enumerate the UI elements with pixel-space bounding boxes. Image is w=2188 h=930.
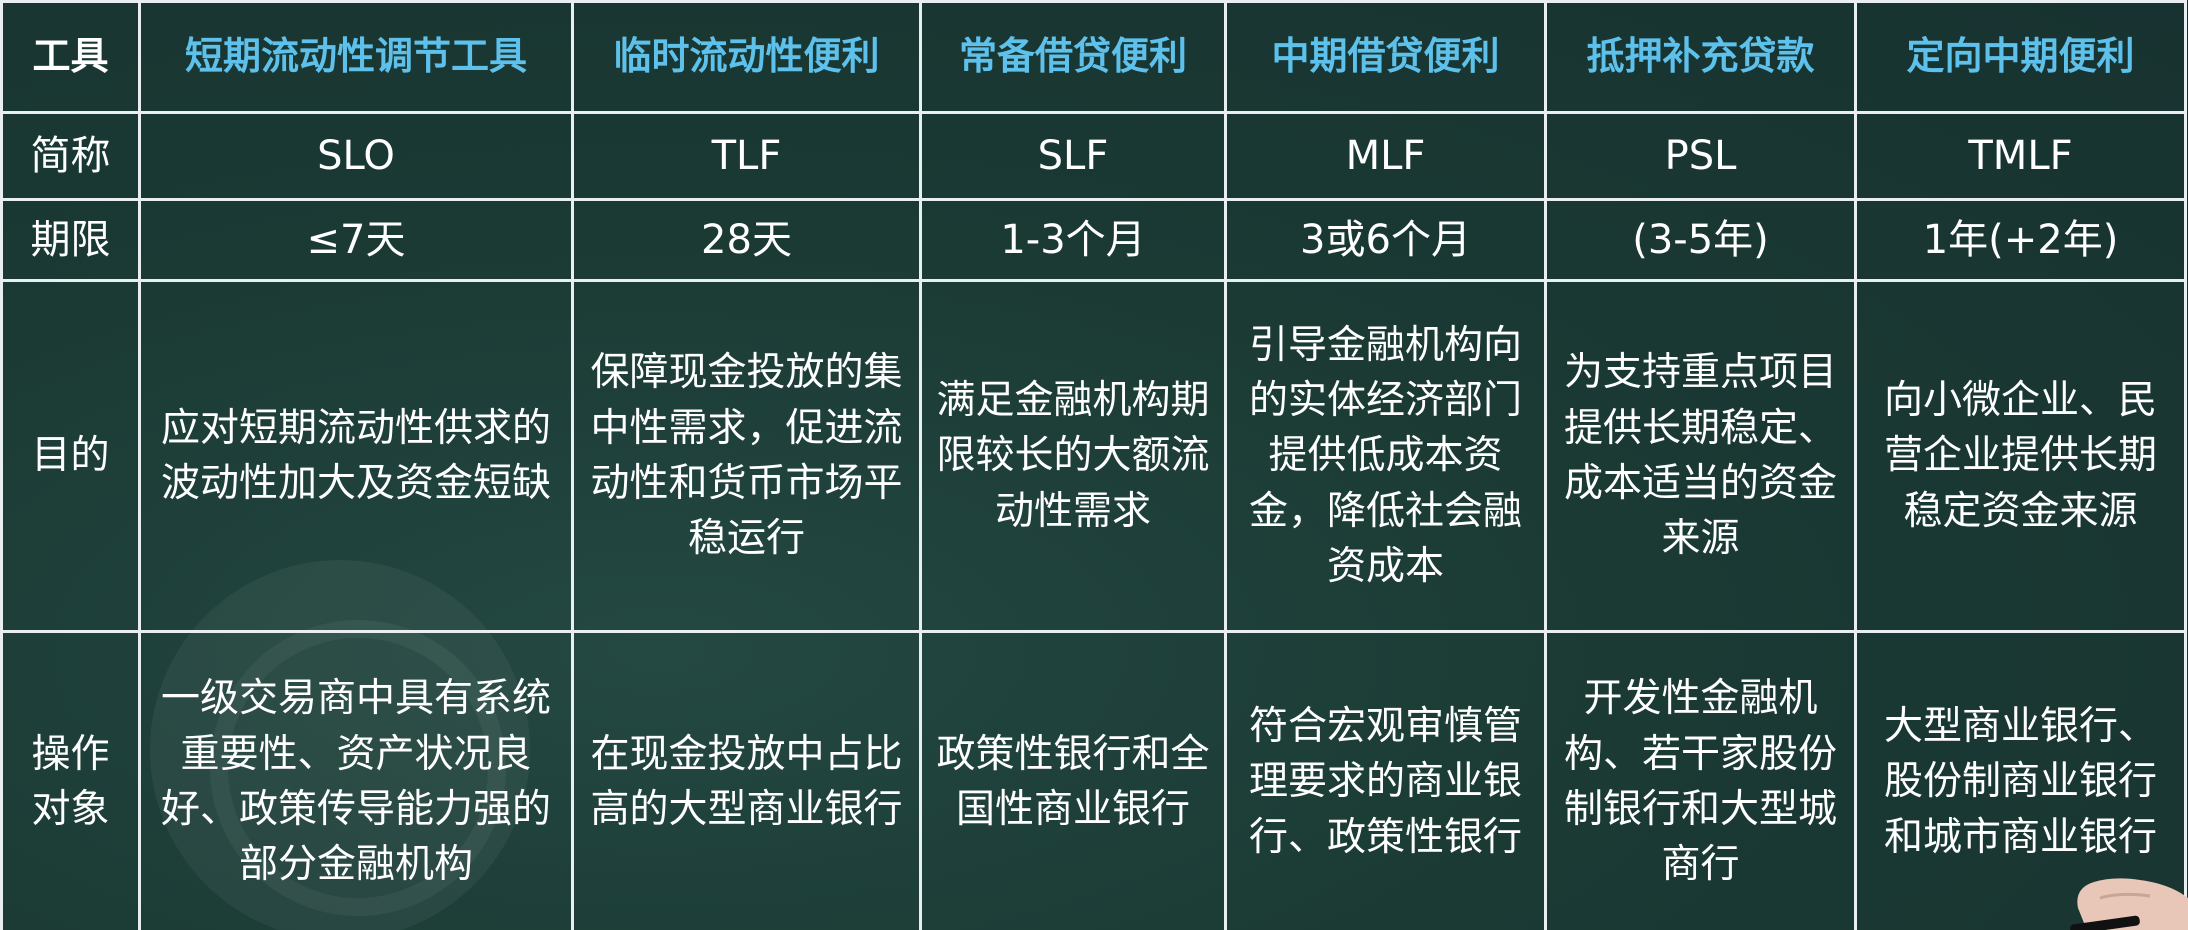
row-label-target: 操作对象 (0, 630, 141, 930)
term-cell: 1年(+2年) (1854, 198, 2187, 282)
target-row: 操作对象 一级交易商中具有系统重要性、资产状况良好、政策传导能力强的部分金融机构… (0, 630, 2187, 930)
purpose-row: 目的 应对短期流动性供求的波动性加大及资金短缺 保障现金投放的集中性需求，促进流… (0, 279, 2187, 633)
abbr-cell: SLF (919, 111, 1227, 201)
abbr-cell: SLO (138, 111, 574, 201)
term-cell: (3-5年) (1544, 198, 1857, 282)
row-label-abbr: 简称 (0, 111, 141, 201)
abbr-row: 简称 SLO TLF SLF MLF PSL TMLF (0, 111, 2187, 201)
row-label-term: 期限 (0, 198, 141, 282)
target-cell: 政策性银行和全国性商业银行 (919, 630, 1227, 930)
purpose-cell: 向小微企业、民营企业提供长期稳定资金来源 (1854, 279, 2187, 633)
abbr-cell: TMLF (1854, 111, 2187, 201)
tool-name-mlf: 中期借贷便利 (1224, 0, 1547, 114)
term-cell: 1-3个月 (919, 198, 1227, 282)
term-cell: 3或6个月 (1224, 198, 1547, 282)
term-row: 期限 ≤7天 28天 1-3个月 3或6个月 (3-5年) 1年(+2年) (0, 198, 2187, 282)
corner-label: 工具 (0, 0, 141, 114)
blackboard-slide: 工具 短期流动性调节工具 临时流动性便利 常备借贷便利 中期借贷便利 抵押补充贷… (0, 0, 2188, 930)
purpose-cell: 应对短期流动性供求的波动性加大及资金短缺 (138, 279, 574, 633)
header-row: 工具 短期流动性调节工具 临时流动性便利 常备借贷便利 中期借贷便利 抵押补充贷… (0, 0, 2187, 114)
term-cell: 28天 (571, 198, 922, 282)
tool-name-psl: 抵押补充贷款 (1544, 0, 1857, 114)
purpose-cell: 满足金融机构期限较长的大额流动性需求 (919, 279, 1227, 633)
abbr-cell: MLF (1224, 111, 1547, 201)
target-cell: 在现金投放中占比高的大型商业银行 (571, 630, 922, 930)
purpose-cell: 为支持重点项目提供长期稳定、成本适当的资金来源 (1544, 279, 1857, 633)
term-cell: ≤7天 (138, 198, 574, 282)
target-cell: 大型商业银行、股份制商业银行和城市商业银行 (1854, 630, 2187, 930)
abbr-cell: TLF (571, 111, 922, 201)
target-cell: 符合宏观审慎管理要求的商业银行、政策性银行 (1224, 630, 1547, 930)
purpose-cell: 保障现金投放的集中性需求，促进流动性和货币市场平稳运行 (571, 279, 922, 633)
monetary-tools-table: 工具 短期流动性调节工具 临时流动性便利 常备借贷便利 中期借贷便利 抵押补充贷… (0, 0, 2187, 930)
row-label-purpose: 目的 (0, 279, 141, 633)
tool-name-tlf: 临时流动性便利 (571, 0, 922, 114)
tool-name-slo: 短期流动性调节工具 (138, 0, 574, 114)
target-cell: 一级交易商中具有系统重要性、资产状况良好、政策传导能力强的部分金融机构 (138, 630, 574, 930)
abbr-cell: PSL (1544, 111, 1857, 201)
tool-name-slf: 常备借贷便利 (919, 0, 1227, 114)
target-cell: 开发性金融机构、若干家股份制银行和大型城商行 (1544, 630, 1857, 930)
purpose-cell: 引导金融机构向的实体经济部门提供低成本资金，降低社会融资成本 (1224, 279, 1547, 633)
tool-name-tmlf: 定向中期便利 (1854, 0, 2187, 114)
